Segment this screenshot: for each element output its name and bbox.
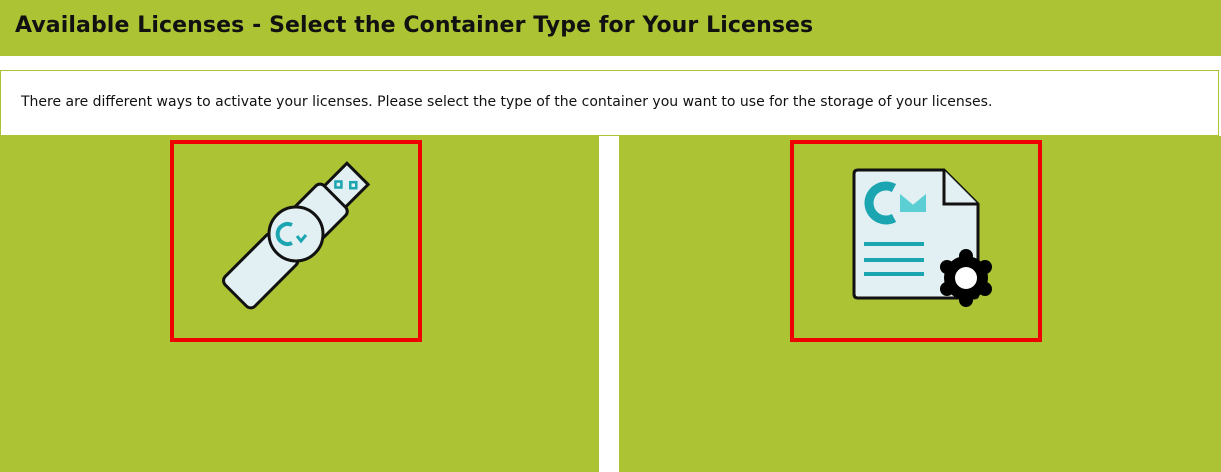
license-file-icon <box>852 168 992 307</box>
page-title: Available Licenses - Select the Containe… <box>15 13 814 38</box>
description-text: There are different ways to activate you… <box>21 94 993 110</box>
usb-dongle-option[interactable] <box>170 140 422 342</box>
license-file-option[interactable] <box>790 140 1042 342</box>
container-option-panel-right <box>619 136 1221 472</box>
page-header: Available Licenses - Select the Containe… <box>0 0 1221 56</box>
container-option-panel-left <box>0 136 599 472</box>
usb-dongle-icon <box>222 161 371 310</box>
description-box: There are different ways to activate you… <box>0 70 1219 136</box>
